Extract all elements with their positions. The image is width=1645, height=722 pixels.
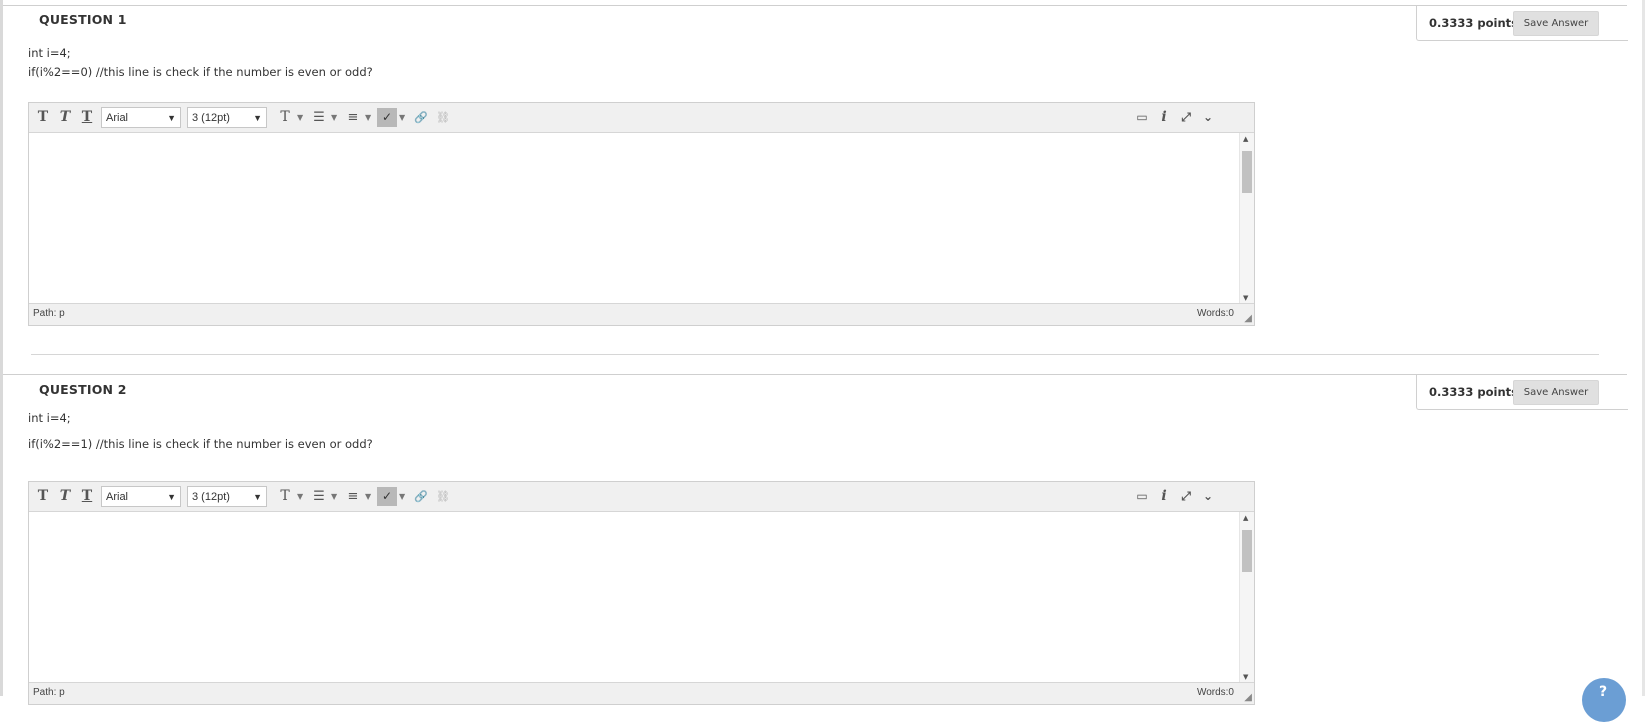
double-chevron-down-icon[interactable]: ⌄ [1198, 108, 1218, 127]
question-2-line-1: int i=4; [28, 411, 71, 425]
question-1-line-1: int i=4; [28, 46, 71, 60]
fullscreen-icon[interactable]: ⤢ [1176, 487, 1196, 506]
question-1-toolbar: T T T Arial ▼ 3 (12pt) ▼ T ▼ ☰ ▼ ≡ ▼ ✓ ▼ 🔗… [29, 103, 1254, 133]
bullet-list-icon[interactable]: ☰ [309, 487, 329, 506]
question-2-toolbar: T T T Arial ▼ 3 (12pt) ▼ T ▼ ☰ ▼ ≡ ▼ ✓ ▼ 🔗… [29, 482, 1254, 512]
link-icon[interactable]: 🔗 [411, 487, 431, 506]
info-icon[interactable]: i [1154, 108, 1174, 127]
question-1-statusbar: Path: p Words:0 ◢ [29, 303, 1254, 325]
question-1-answer-area[interactable] [29, 133, 1240, 304]
question-2-top-border [3, 374, 1627, 376]
caret-down-icon[interactable]: ▼ [331, 108, 337, 127]
path-label: Path: [33, 308, 57, 319]
question-1-top-border [3, 5, 1627, 7]
bullet-list-icon[interactable]: ☰ [309, 108, 329, 127]
caret-down-icon[interactable]: ▼ [297, 487, 303, 506]
italic-t-icon[interactable]: T [55, 108, 75, 127]
question-2-points-box: 0.3333 points Save Answer [1416, 375, 1628, 410]
question-1-title: QUESTION 1 [39, 12, 127, 27]
scroll-down-arrow-icon[interactable]: ▼ [1243, 673, 1248, 681]
question-2-editor: T T T Arial ▼ 3 (12pt) ▼ T ▼ ☰ ▼ ≡ ▼ ✓ ▼ 🔗… [28, 481, 1255, 705]
chevron-down-icon: ▼ [167, 113, 176, 123]
question-divider [31, 354, 1599, 355]
bold-t-icon[interactable]: T [33, 487, 53, 506]
caret-down-icon[interactable]: ▼ [365, 108, 371, 127]
spellcheck-icon[interactable]: ✓ [377, 487, 397, 506]
caret-down-icon[interactable]: ▼ [331, 487, 337, 506]
chevron-down-icon: ▼ [167, 492, 176, 502]
unlink-icon[interactable]: ⛓ [433, 108, 453, 127]
bold-t-icon[interactable]: T [33, 108, 53, 127]
resize-handle-icon[interactable]: ◢ [1244, 692, 1252, 703]
italic-t-icon[interactable]: T [55, 487, 75, 506]
fullscreen-icon[interactable]: ⤢ [1176, 108, 1196, 127]
word-count: Words:0 [1196, 308, 1234, 319]
unlink-icon[interactable]: ⛓ [433, 487, 453, 506]
monitor-icon[interactable]: ▭ [1132, 108, 1152, 127]
question-2-answer-area[interactable] [29, 512, 1240, 683]
monitor-icon[interactable]: ▭ [1132, 487, 1152, 506]
question-1-editor: T T T Arial ▼ 3 (12pt) ▼ T ▼ ☰ ▼ ≡ ▼ ✓ ▼ 🔗… [28, 102, 1255, 326]
question-1-line-2: if(i%2==0) //this line is check if the n… [28, 65, 373, 79]
page-left-border [0, 0, 3, 696]
resize-handle-icon[interactable]: ◢ [1244, 313, 1252, 324]
question-2-statusbar: Path: p Words:0 ◢ [29, 682, 1254, 704]
font-size-select[interactable]: 3 (12pt) ▼ [187, 107, 267, 128]
font-family-value: Arial [106, 112, 129, 124]
question-1-points: 0.3333 points [1429, 16, 1518, 30]
path-value[interactable]: p [59, 687, 65, 698]
font-size-value: 3 (12pt) [192, 112, 230, 124]
question-1-vertical-scrollbar[interactable]: ▲ ▼ [1239, 133, 1254, 304]
caret-down-icon[interactable]: ▼ [399, 108, 405, 127]
question-2-line-2: if(i%2==1) //this line is check if the n… [28, 437, 373, 451]
scroll-thumb[interactable] [1242, 530, 1252, 572]
question-2-vertical-scrollbar[interactable]: ▲ ▼ [1239, 512, 1254, 683]
text-color-icon[interactable]: T [275, 487, 295, 506]
numbered-list-icon[interactable]: ≡ [343, 108, 363, 127]
caret-down-icon[interactable]: ▼ [297, 108, 303, 127]
chevron-down-icon: ▼ [253, 492, 262, 502]
text-color-icon[interactable]: T [275, 108, 295, 127]
spellcheck-icon[interactable]: ✓ [377, 108, 397, 127]
scroll-up-arrow-icon[interactable]: ▲ [1243, 135, 1248, 143]
path-label: Path: [33, 687, 57, 698]
font-size-select[interactable]: 3 (12pt) ▼ [187, 486, 267, 507]
font-family-select[interactable]: Arial ▼ [101, 486, 181, 507]
question-2-points: 0.3333 points [1429, 385, 1518, 399]
underline-t-icon[interactable]: T [77, 487, 97, 506]
caret-down-icon[interactable]: ▼ [365, 487, 371, 506]
info-icon[interactable]: i [1154, 487, 1174, 506]
scroll-thumb[interactable] [1242, 151, 1252, 193]
question-1-save-answer-button[interactable]: Save Answer [1513, 11, 1599, 36]
font-family-select[interactable]: Arial ▼ [101, 107, 181, 128]
numbered-list-icon[interactable]: ≡ [343, 487, 363, 506]
question-1-points-box: 0.3333 points Save Answer [1416, 6, 1628, 41]
underline-t-icon[interactable]: T [77, 108, 97, 127]
caret-down-icon[interactable]: ▼ [399, 487, 405, 506]
path-value[interactable]: p [59, 308, 65, 319]
scroll-down-arrow-icon[interactable]: ▼ [1243, 294, 1248, 302]
font-family-value: Arial [106, 491, 129, 503]
path-indicator: Path: p [33, 687, 65, 698]
question-2-save-answer-button[interactable]: Save Answer [1513, 380, 1599, 405]
font-size-value: 3 (12pt) [192, 491, 230, 503]
word-count: Words:0 [1196, 687, 1234, 698]
double-chevron-down-icon[interactable]: ⌄ [1198, 487, 1218, 506]
scroll-up-arrow-icon[interactable]: ▲ [1243, 514, 1248, 522]
help-chat-bubble-icon[interactable]: ? [1582, 678, 1626, 722]
question-2-title: QUESTION 2 [39, 382, 127, 397]
path-indicator: Path: p [33, 308, 65, 319]
link-icon[interactable]: 🔗 [411, 108, 431, 127]
chevron-down-icon: ▼ [253, 113, 262, 123]
